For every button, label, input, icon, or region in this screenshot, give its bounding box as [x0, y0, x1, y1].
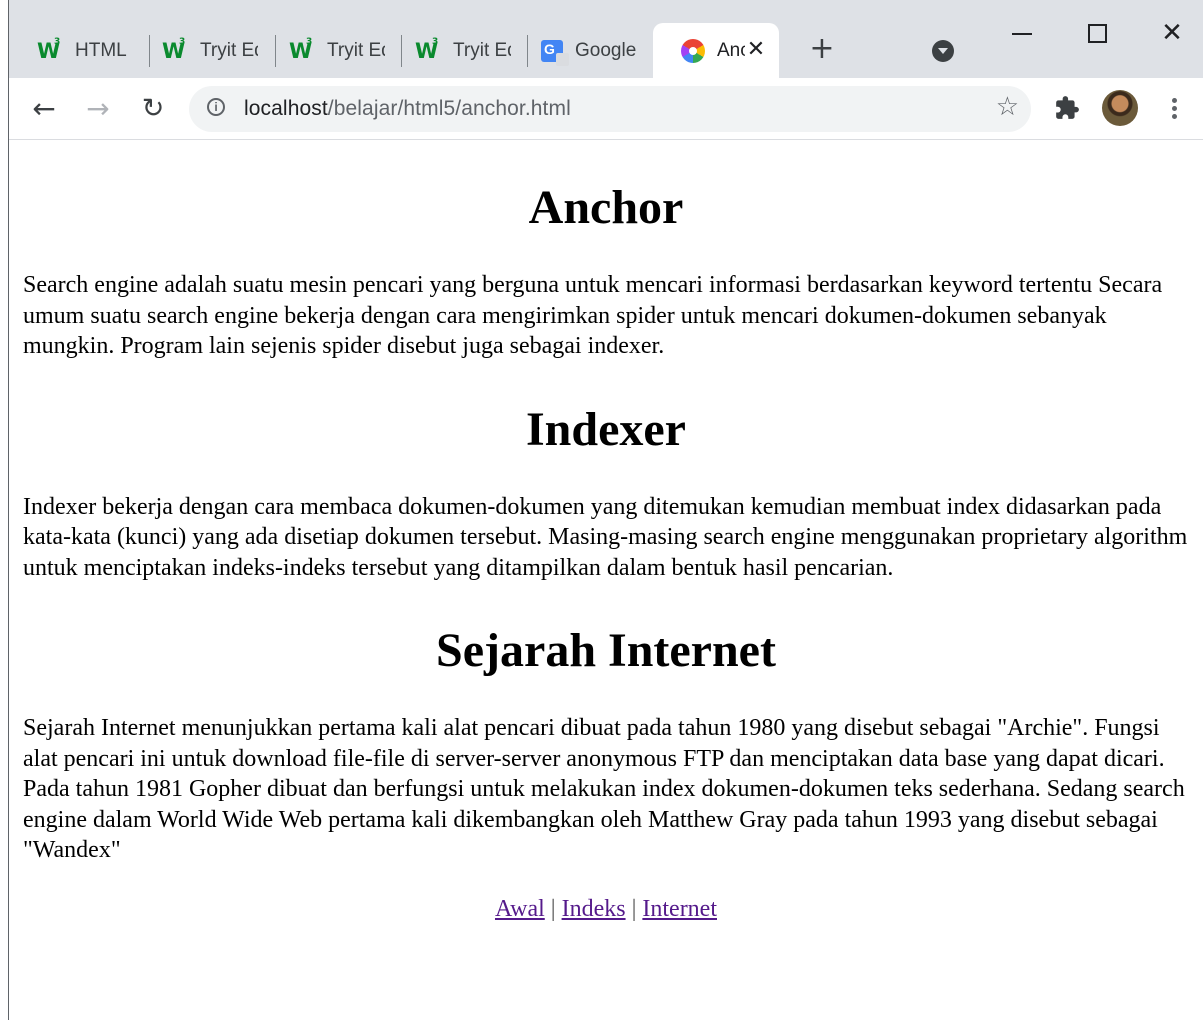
w3schools-icon: W3: [289, 36, 313, 63]
tab-label: HTML: [75, 39, 127, 61]
tab-google[interactable]: Google: [513, 23, 653, 78]
minimize-button[interactable]: [1007, 18, 1037, 48]
tab-label: Tryit Ed: [200, 39, 258, 61]
address-bar[interactable]: i localhost/belajar/html5/anchor.html ☆: [189, 86, 1031, 132]
bookmark-star-icon[interactable]: ☆: [996, 92, 1019, 122]
page-content: Anchor Search engine adalah suatu mesin …: [9, 140, 1203, 1020]
tab-search-button[interactable]: [932, 40, 954, 62]
tab-tryit-1[interactable]: W3 Tryit Ed: [134, 23, 274, 78]
close-tab-icon[interactable]: ✕: [743, 37, 769, 62]
link-internet[interactable]: Internet: [642, 896, 717, 922]
heading-indexer: Indexer: [526, 402, 686, 456]
google-translate-icon: [541, 39, 569, 66]
back-button[interactable]: ←: [27, 92, 61, 126]
pinwheel-icon: [681, 38, 705, 63]
paragraph-indexer: Indexer bekerja dengan cara membaca doku…: [23, 493, 1188, 581]
url-path: /belajar/html5/anchor.html: [327, 97, 571, 120]
info-icon[interactable]: i: [207, 98, 225, 116]
kebab-menu-icon[interactable]: [1162, 96, 1186, 122]
w3schools-icon: W3: [415, 36, 439, 63]
browser-window: W3 HTML W3 Tryit Ed W3 Tryit Ed W3 Tryit…: [8, 0, 1203, 1020]
tab-label: Anc: [717, 39, 745, 61]
tab-strip: W3 HTML W3 Tryit Ed W3 Tryit Ed W3 Tryit…: [9, 0, 1203, 78]
extensions-puzzle-icon[interactable]: [1054, 95, 1080, 121]
tab-anchor-active[interactable]: Anc ✕: [653, 23, 779, 78]
footer-nav: Awal | Indeks | Internet: [23, 896, 1189, 923]
link-separator: |: [631, 895, 637, 922]
close-window-button[interactable]: ✕: [1157, 18, 1187, 48]
reload-button[interactable]: ↻: [136, 92, 170, 126]
tab-tryit-2[interactable]: W3 Tryit Ed: [261, 23, 401, 78]
browser-toolbar: ← → ↻ i localhost/belajar/html5/anchor.h…: [9, 78, 1203, 140]
profile-avatar[interactable]: [1102, 90, 1138, 126]
tab-label: Google: [575, 39, 637, 61]
paragraph-sejarah-internet: Sejarah Internet menunjukkan pertama kal…: [23, 715, 1185, 863]
url-text[interactable]: localhost/belajar/html5/anchor.html: [244, 97, 571, 121]
tab-label: Tryit Ed: [327, 39, 385, 61]
paragraph-anchor: Search engine adalah suatu mesin pencari…: [23, 272, 1163, 359]
w3schools-icon: W3: [162, 36, 186, 63]
new-tab-button[interactable]: +: [804, 33, 840, 65]
link-indeks[interactable]: Indeks: [562, 896, 626, 922]
forward-button[interactable]: →: [81, 92, 115, 126]
w3schools-icon: W3: [37, 36, 61, 63]
tab-label: Tryit Ed: [453, 39, 511, 61]
heading-sejarah-internet: Sejarah Internet: [436, 624, 776, 677]
link-awal[interactable]: Awal: [495, 896, 545, 922]
tab-tryit-3[interactable]: W3 Tryit Ed: [387, 23, 527, 78]
link-separator: |: [550, 895, 556, 922]
maximize-button[interactable]: [1081, 18, 1111, 48]
tab-html[interactable]: W3 HTML: [9, 23, 147, 78]
url-host: localhost: [244, 97, 328, 120]
heading-anchor: Anchor: [528, 181, 684, 234]
